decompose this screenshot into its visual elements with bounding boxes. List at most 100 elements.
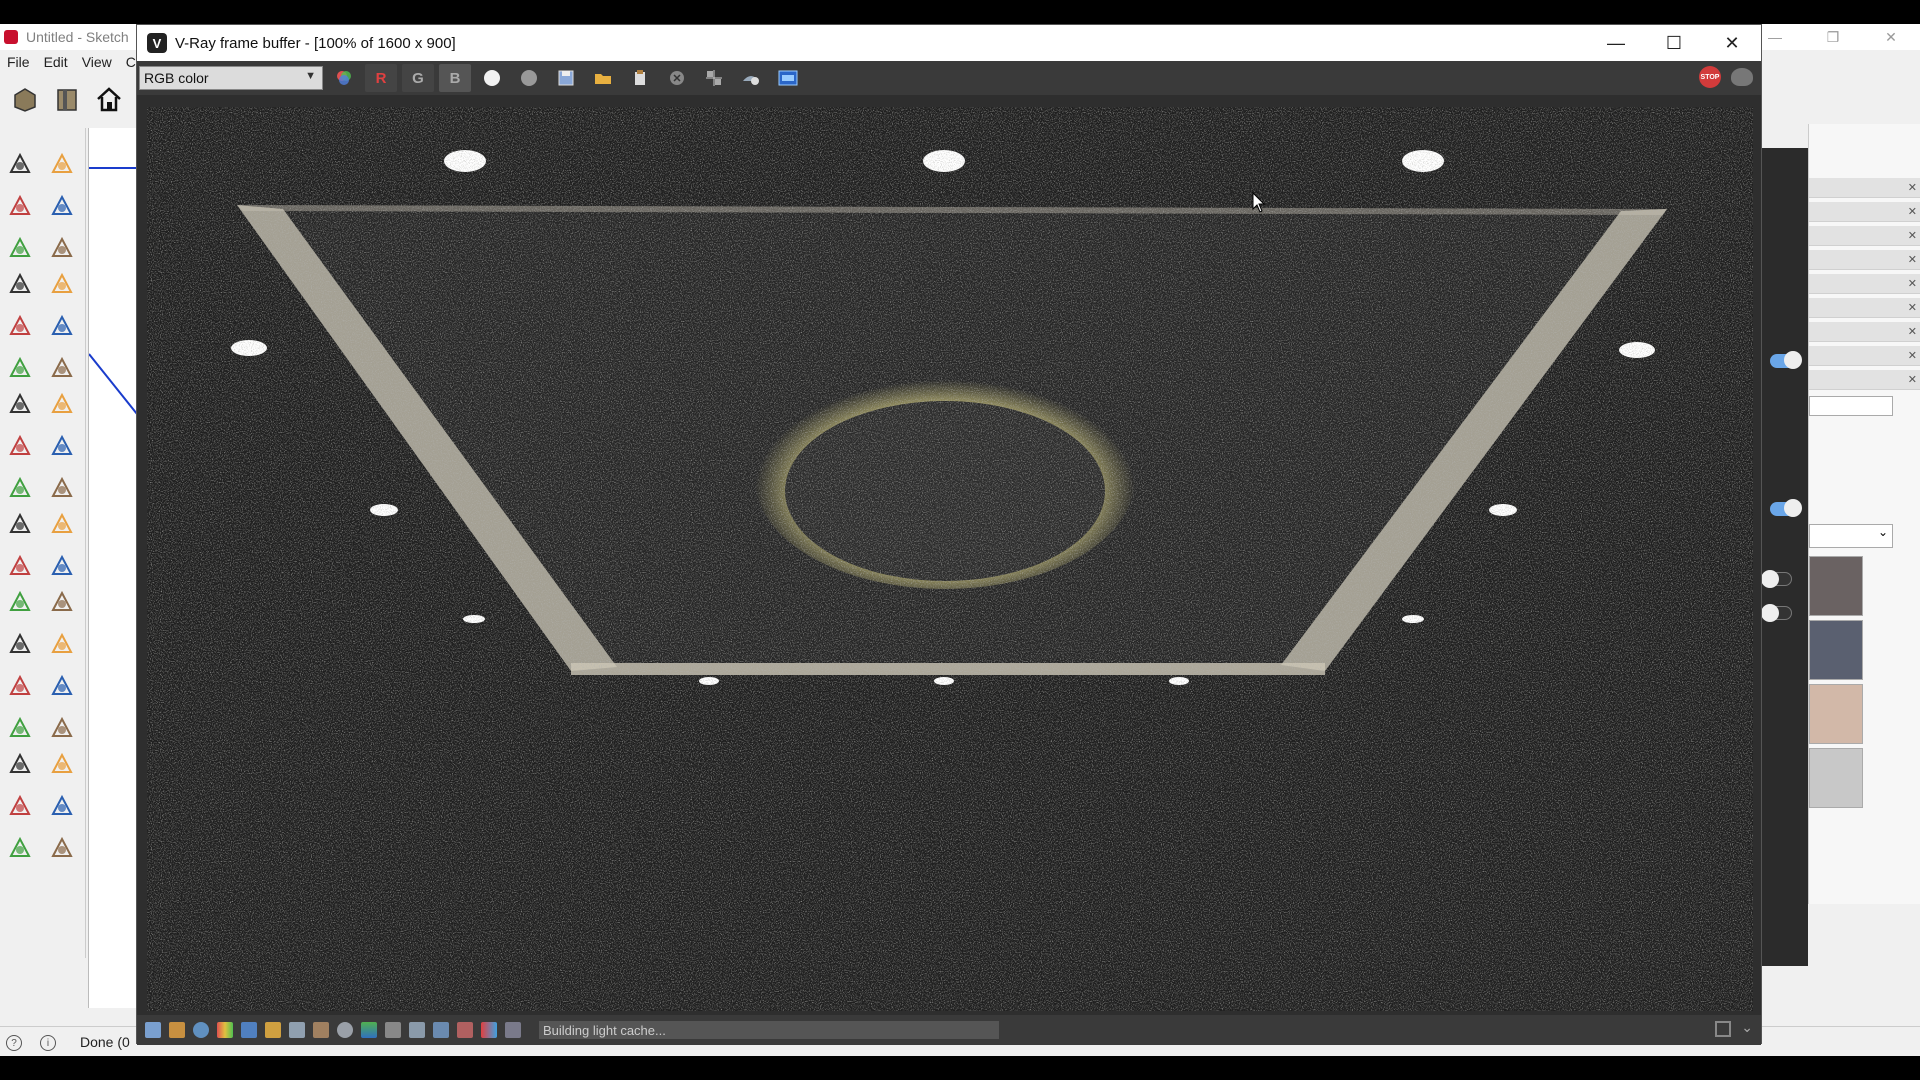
offset-icon[interactable] <box>46 508 78 540</box>
fit-window-icon[interactable] <box>1715 1021 1731 1037</box>
geo-location-icon[interactable]: ? <box>6 1035 22 1051</box>
monochrome-icon[interactable] <box>513 64 545 92</box>
tray-panel-header[interactable]: ✕ <box>1809 274 1920 294</box>
select-icon[interactable] <box>4 148 36 180</box>
orbit-icon[interactable] <box>4 670 36 702</box>
zoom-icon[interactable] <box>4 712 36 744</box>
polygon-icon[interactable] <box>46 310 78 342</box>
toggle-switch[interactable] <box>1770 499 1802 517</box>
menu-file[interactable]: File <box>0 54 37 70</box>
lut-icon[interactable] <box>409 1022 425 1038</box>
material-swatch[interactable] <box>1809 620 1863 680</box>
zoom-window-icon[interactable] <box>46 712 78 744</box>
three-point-arc-icon[interactable] <box>46 388 78 420</box>
material-swatch[interactable] <box>1809 748 1863 808</box>
restore-icon[interactable]: ❐ <box>1804 24 1862 50</box>
rotated-rect-icon[interactable] <box>46 268 78 300</box>
material-swatch[interactable] <box>1809 684 1863 744</box>
eraser-icon[interactable] <box>46 190 78 222</box>
home-icon[interactable] <box>92 82 126 116</box>
expand-panel-icon[interactable]: ⌄ <box>1741 1019 1753 1036</box>
axes-icon[interactable] <box>4 628 36 660</box>
tray-dropdown[interactable]: ⌄ <box>1809 524 1893 548</box>
tray-text-input[interactable] <box>1809 396 1893 416</box>
tray-panel-header[interactable]: ✕ <box>1809 226 1920 246</box>
freehand-icon[interactable] <box>46 232 78 264</box>
channels-compare-icon[interactable] <box>481 1022 497 1038</box>
minimize-icon[interactable]: — <box>1587 25 1645 61</box>
stop-render-button[interactable]: STOP <box>1699 66 1721 88</box>
rotate-icon[interactable] <box>4 472 36 504</box>
red-channel-button[interactable]: R <box>365 64 397 92</box>
tray-panel-header[interactable]: ✕ <box>1809 370 1920 390</box>
menu-edit[interactable]: Edit <box>37 54 75 70</box>
track-mouse-icon[interactable] <box>698 64 730 92</box>
toggle-switch[interactable] <box>1761 570 1792 588</box>
tray-panel-header[interactable]: ✕ <box>1809 178 1920 198</box>
previous-view-icon[interactable] <box>46 748 78 780</box>
walk-icon[interactable] <box>4 832 36 864</box>
load-image-icon[interactable] <box>587 64 619 92</box>
two-point-arc-icon[interactable] <box>46 352 78 384</box>
move-icon[interactable] <box>4 430 36 462</box>
close-icon[interactable]: ✕ <box>1908 373 1917 386</box>
curves-icon[interactable] <box>385 1022 401 1038</box>
menu-view[interactable]: View <box>75 54 119 70</box>
exposure-icon[interactable] <box>337 1022 353 1038</box>
dimension-icon[interactable] <box>46 550 78 582</box>
lens-effects-icon[interactable] <box>313 1022 329 1038</box>
close-icon[interactable]: ✕ <box>1908 229 1917 242</box>
clear-image-icon[interactable] <box>661 64 693 92</box>
close-icon[interactable]: ✕ <box>1908 181 1917 194</box>
material-swatch[interactable] <box>1809 556 1863 616</box>
tape-measure-icon[interactable] <box>4 550 36 582</box>
tray-panel-header[interactable]: ✕ <box>1809 346 1920 366</box>
levels-icon[interactable] <box>265 1022 281 1038</box>
warehouse-icon[interactable] <box>50 82 84 116</box>
copy-to-clipboard-icon[interactable] <box>624 64 656 92</box>
maximize-icon[interactable]: ☐ <box>1645 25 1703 61</box>
toggle-switch[interactable] <box>1770 351 1802 369</box>
close-icon[interactable]: ✕ <box>1703 25 1761 61</box>
render-log-icon[interactable] <box>169 1022 185 1038</box>
close-icon[interactable]: ✕ <box>1862 24 1920 50</box>
pan-icon[interactable] <box>46 670 78 702</box>
paint-bucket-icon[interactable] <box>4 190 36 222</box>
color-correction-icon[interactable] <box>217 1022 233 1038</box>
close-icon[interactable]: ✕ <box>1908 301 1917 314</box>
pencil-icon[interactable] <box>4 232 36 264</box>
channel-dropdown[interactable]: RGB color ▼ <box>139 66 323 90</box>
tray-panel-header[interactable]: ✕ <box>1809 250 1920 270</box>
section-plane-icon[interactable] <box>46 832 78 864</box>
info-icon[interactable]: i <box>40 1035 56 1051</box>
arc-icon[interactable] <box>4 352 36 384</box>
save-image-icon[interactable] <box>550 64 582 92</box>
scale-icon[interactable] <box>4 508 36 540</box>
render-region-icon[interactable] <box>735 64 767 92</box>
close-icon[interactable]: ✕ <box>1908 277 1917 290</box>
render-teapot-icon[interactable] <box>1731 68 1753 86</box>
text-icon[interactable] <box>46 586 78 618</box>
green-channel-button[interactable]: G <box>402 64 434 92</box>
pie-icon[interactable] <box>4 388 36 420</box>
look-around-icon[interactable] <box>46 790 78 822</box>
close-icon[interactable]: ✕ <box>1908 349 1917 362</box>
3d-text-icon[interactable] <box>46 628 78 660</box>
layers-icon[interactable] <box>241 1022 257 1038</box>
components-icon[interactable] <box>8 82 42 116</box>
ab-compare-icon[interactable] <box>457 1022 473 1038</box>
tray-panel-header[interactable]: ✕ <box>1809 298 1920 318</box>
protractor-icon[interactable] <box>4 586 36 618</box>
push-pull-icon[interactable] <box>46 430 78 462</box>
test-resolution-icon[interactable] <box>505 1022 521 1038</box>
white-balance-icon[interactable] <box>361 1022 377 1038</box>
tray-panel-header[interactable]: ✕ <box>1809 322 1920 342</box>
position-camera-icon[interactable] <box>4 790 36 822</box>
close-icon[interactable]: ✕ <box>1908 205 1917 218</box>
histogram-icon[interactable] <box>289 1022 305 1038</box>
circle-icon[interactable] <box>4 310 36 342</box>
toggle-switch[interactable] <box>1761 604 1792 622</box>
alpha-channel-icon[interactable] <box>476 64 508 92</box>
vfb-history-icon[interactable] <box>772 64 804 92</box>
tray-panel-header[interactable]: ✕ <box>1809 202 1920 222</box>
